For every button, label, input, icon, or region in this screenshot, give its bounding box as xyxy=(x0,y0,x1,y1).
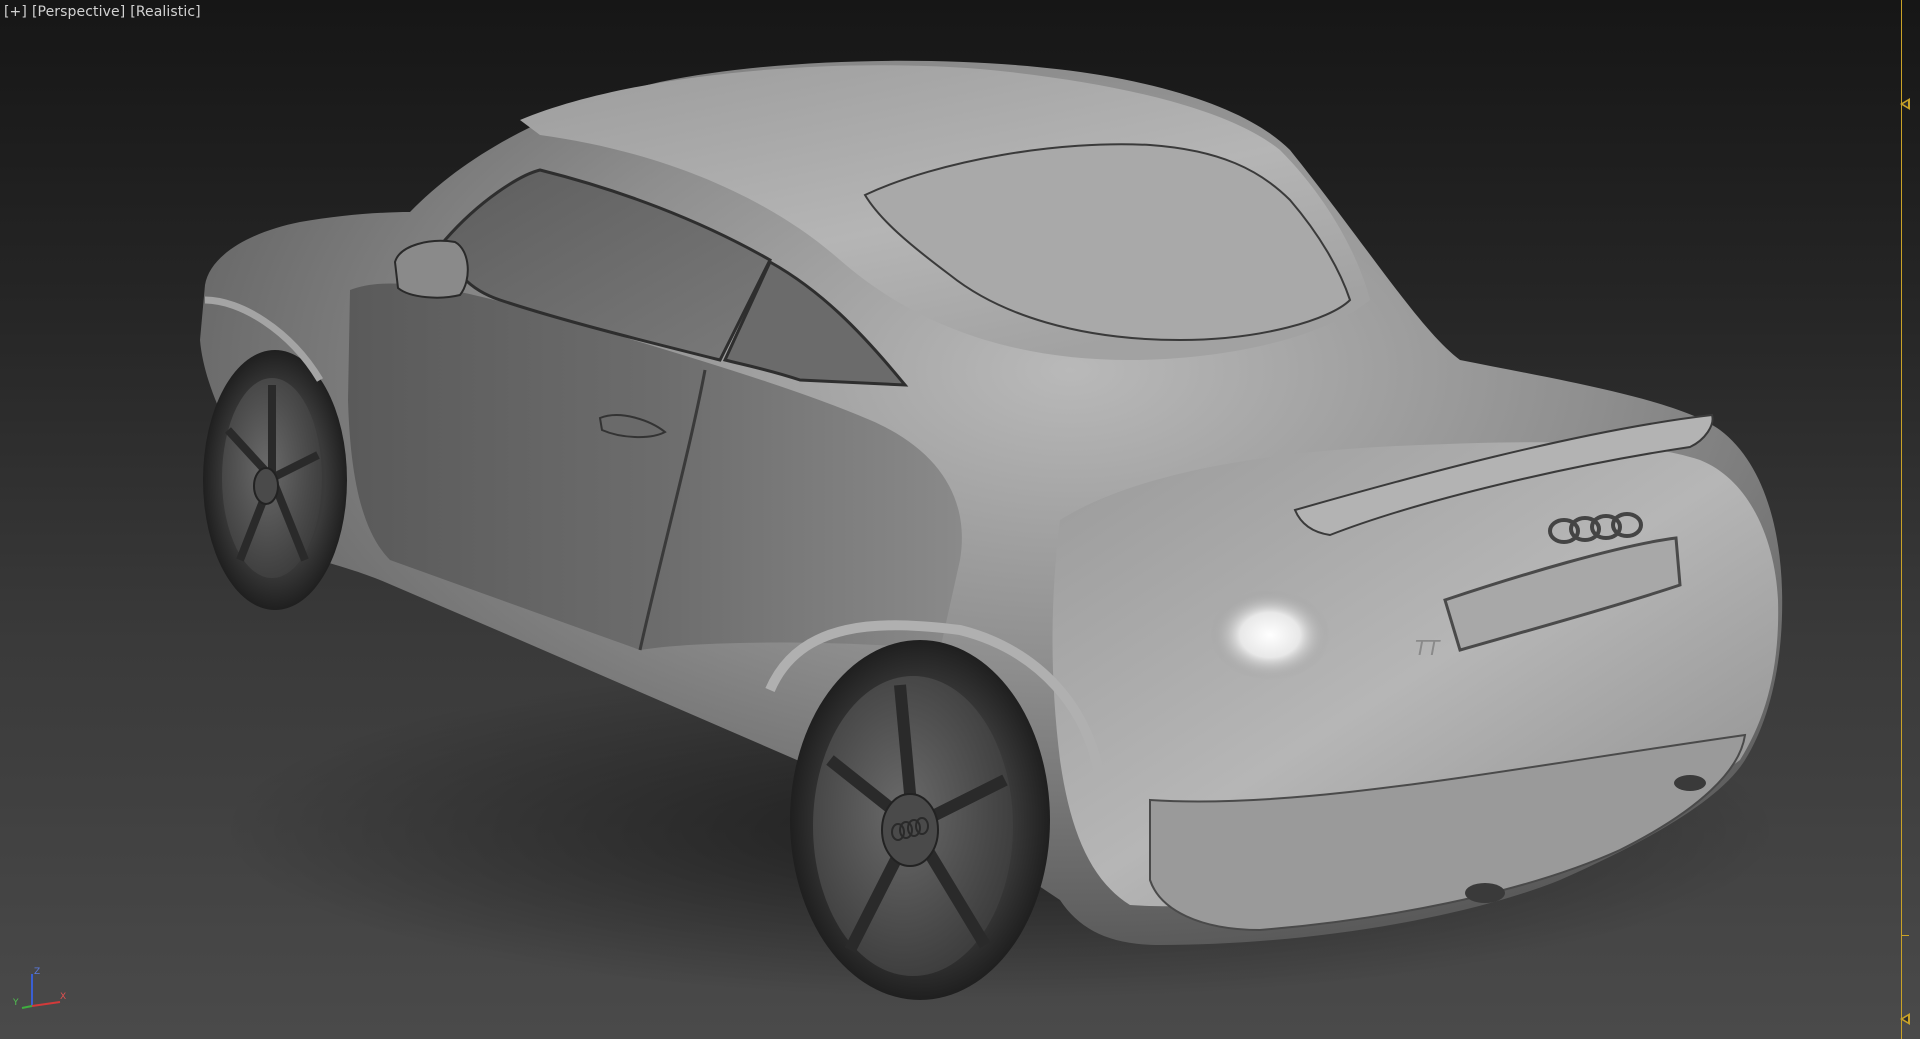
axis-y-label: Y xyxy=(12,998,19,1008)
shading-mode-button[interactable]: [Realistic] xyxy=(130,4,200,20)
safe-frame-marker-top xyxy=(1900,98,1910,110)
view-mode-button[interactable]: [Perspective] xyxy=(32,4,125,20)
car-render: TT xyxy=(200,60,1783,1000)
axis-x-label: X xyxy=(60,992,66,1002)
safe-frame-line xyxy=(1901,0,1902,1039)
axis-z-label: Z xyxy=(34,967,40,977)
viewport-menu-button[interactable]: [+] xyxy=(4,4,27,20)
viewport-label: [+] [Perspective] [Realistic] xyxy=(4,4,206,20)
axis-gizmo: Z X Y xyxy=(12,967,66,1009)
tt-badge: TT xyxy=(1415,636,1441,660)
safe-frame-marker-bottom xyxy=(1900,1013,1910,1025)
safe-frame-tick xyxy=(1901,935,1909,936)
perspective-viewport[interactable]: TT [+] [Perspective] [Realistic] Z X Y xyxy=(0,0,1920,1039)
